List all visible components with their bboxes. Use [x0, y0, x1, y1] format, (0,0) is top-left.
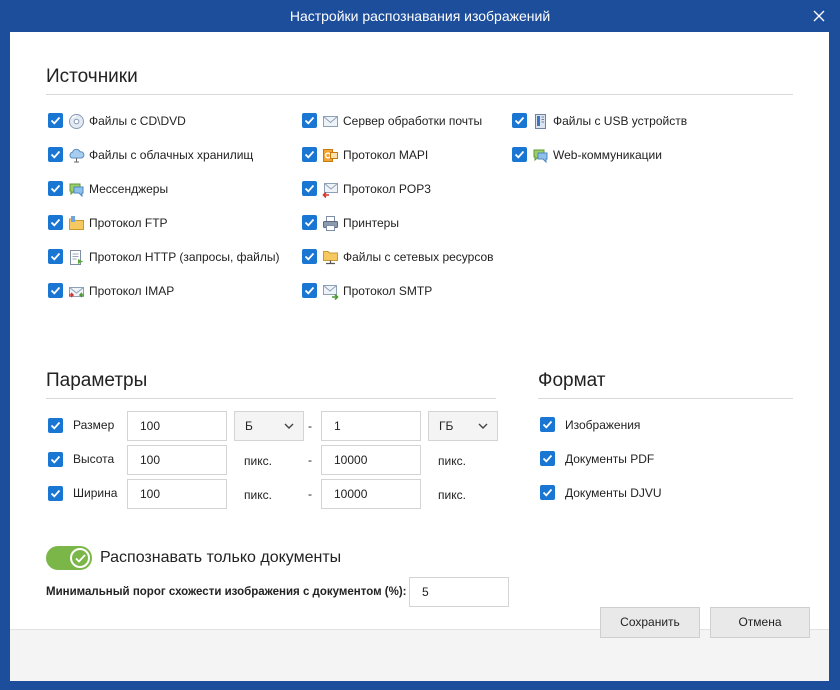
checkbox-cloud[interactable] — [48, 147, 63, 162]
sources-title: Источники — [46, 66, 138, 87]
close-icon — [813, 10, 825, 22]
source-label: Протокол POP3 — [343, 182, 431, 196]
save-button[interactable]: Сохранить — [600, 607, 700, 638]
mail-envelope-icon — [323, 116, 338, 127]
source-label: Файлы с USB устройств — [553, 114, 688, 128]
source-label: Принтеры — [343, 216, 399, 230]
format-label: Изображения — [565, 418, 641, 432]
height-min-input[interactable]: 100 — [127, 445, 227, 475]
size-min-unit-value: Б — [245, 419, 253, 433]
usb-drive-icon — [535, 114, 546, 129]
source-label: Файлы с облачных хранилищ — [89, 148, 254, 162]
cloud-icon — [69, 148, 85, 163]
checkbox-djvu[interactable] — [540, 485, 555, 500]
size-max-unit-select[interactable]: ГБ — [428, 411, 498, 441]
threshold-input[interactable]: 5 — [409, 577, 509, 607]
network-folder-icon — [323, 251, 338, 265]
checkbox-cd-dvd[interactable] — [48, 113, 63, 128]
pop3-icon — [322, 183, 338, 198]
format-title: Формат — [538, 370, 606, 391]
checkbox-usb[interactable] — [512, 113, 527, 128]
checkbox-pdf[interactable] — [540, 451, 555, 466]
params-title: Параметры — [46, 370, 148, 391]
width-min-input[interactable]: 100 — [127, 479, 227, 509]
size-range-dash: - — [308, 419, 312, 433]
window-title: Настройки распознавания изображений — [289, 8, 551, 24]
source-label: Протокол IMAP — [89, 284, 175, 298]
checkbox-pop3[interactable] — [302, 181, 317, 196]
checkbox-ftp[interactable] — [48, 215, 63, 230]
width-range-dash: - — [308, 487, 312, 501]
chat-icon — [69, 183, 84, 198]
source-label: Файлы с CD\DVD — [89, 114, 186, 128]
checkbox-http[interactable] — [48, 249, 63, 264]
size-min-input[interactable]: 100 — [127, 411, 227, 441]
width-min-unit: пикс. — [244, 488, 272, 502]
checkbox-images[interactable] — [540, 417, 555, 432]
source-label: Web-коммуникации — [553, 148, 662, 162]
checkbox-mapi[interactable] — [302, 147, 317, 162]
size-max-input[interactable]: 1 — [321, 411, 421, 441]
checkbox-smtp[interactable] — [302, 283, 317, 298]
checkbox-height[interactable] — [48, 452, 63, 467]
source-label: Протокол SMTP — [343, 284, 433, 298]
format-divider — [538, 398, 793, 399]
width-max-input[interactable]: 10000 — [321, 479, 421, 509]
threshold-label: Минимальный порог схожести изображения с… — [46, 586, 407, 598]
web-chat-icon — [533, 149, 548, 164]
height-min-unit: пикс. — [244, 454, 272, 468]
printer-icon — [323, 216, 338, 231]
height-label: Высота — [73, 452, 115, 466]
checkbox-size[interactable] — [48, 418, 63, 433]
smtp-icon — [323, 285, 339, 300]
height-max-unit: пикс. — [438, 454, 466, 468]
source-label: Протокол MAPI — [343, 148, 429, 162]
params-divider — [46, 398, 496, 399]
width-label: Ширина — [73, 486, 118, 500]
cancel-button[interactable]: Отмена — [710, 607, 810, 638]
http-document-icon — [70, 250, 83, 265]
chevron-down-icon — [478, 423, 488, 429]
ftp-folder-icon — [69, 216, 84, 230]
toggle-knob — [70, 548, 90, 568]
title-bar: Настройки распознавания изображений — [0, 0, 840, 32]
close-button[interactable] — [808, 5, 830, 27]
source-label: Мессенджеры — [89, 182, 169, 196]
height-range-dash: - — [308, 453, 312, 467]
format-label: Документы PDF — [565, 452, 655, 466]
format-label: Документы DJVU — [565, 486, 662, 500]
size-label: Размер — [73, 418, 115, 432]
checkbox-messengers[interactable] — [48, 181, 63, 196]
dialog-body: Источники Файлы с CD\DVD Файлы с облачны… — [10, 32, 829, 681]
checkbox-mail-server[interactable] — [302, 113, 317, 128]
checkbox-web[interactable] — [512, 147, 527, 162]
source-label: Протокол HTTP (запросы, файлы) — [89, 250, 280, 264]
imap-icon — [69, 287, 84, 298]
height-max-input[interactable]: 10000 — [321, 445, 421, 475]
mapi-icon — [323, 149, 338, 162]
source-label: Протокол FTP — [89, 216, 168, 230]
checkbox-width[interactable] — [48, 486, 63, 501]
source-label: Сервер обработки почты — [343, 114, 483, 128]
docs-only-label: Распознавать только документы — [100, 549, 342, 566]
sources-divider — [46, 94, 793, 95]
checkbox-printers[interactable] — [302, 215, 317, 230]
dialog-footer — [10, 629, 829, 681]
source-label: Файлы с сетевых ресурсов — [343, 250, 494, 264]
checkmark-icon — [75, 554, 86, 563]
size-max-unit-value: ГБ — [439, 419, 454, 433]
chevron-down-icon — [284, 423, 294, 429]
width-max-unit: пикс. — [438, 488, 466, 502]
docs-only-toggle[interactable] — [46, 546, 92, 570]
size-min-unit-select[interactable]: Б — [234, 411, 304, 441]
disc-icon — [69, 114, 84, 129]
checkbox-imap[interactable] — [48, 283, 63, 298]
checkbox-network[interactable] — [302, 249, 317, 264]
